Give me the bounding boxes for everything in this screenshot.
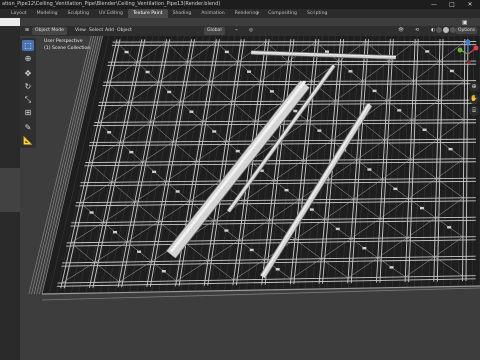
tab-uv-editing[interactable]: UV Editing (94, 9, 128, 18)
truss-joint (224, 229, 229, 232)
truss-joint (145, 70, 150, 74)
truss-joint (419, 206, 424, 210)
truss-joint (284, 188, 289, 192)
minimize-button[interactable]: — (426, 0, 442, 9)
truss-joint (293, 109, 298, 113)
mode-dropdown[interactable]: Object Mode (32, 27, 67, 35)
truss-joint (167, 90, 172, 94)
truss-joint (367, 168, 372, 171)
left-editor-strip (0, 18, 20, 360)
truss-joint (447, 226, 452, 229)
truss-joint (422, 128, 427, 131)
view-perspective-label: User Perspective (44, 39, 83, 44)
visibility-icon[interactable]: 👁 (395, 27, 407, 35)
camera-view-icon[interactable]: ⌸ (469, 106, 479, 116)
tab-layout[interactable]: Layout (6, 9, 32, 18)
transform-icon[interactable]: ⊞ (22, 107, 34, 118)
truss-joint (393, 187, 398, 191)
truss-joint (249, 248, 254, 252)
truss-joint (449, 69, 454, 73)
truss-joint (189, 110, 194, 113)
truss-joint (129, 150, 134, 154)
solid-shading-button[interactable] (443, 27, 449, 33)
wireframe-shading-button[interactable] (436, 27, 442, 33)
tool-shelf: ⬚ ⊕ ✥ ↻ ⤡ ⊞ ✎ 📐 (20, 38, 36, 148)
title-bar: ation_Pipe12\Ceiling_Ventilation_Pipe\Bl… (0, 0, 480, 9)
tab-animation[interactable]: Animation (196, 9, 229, 18)
menu-object[interactable]: Object (114, 27, 135, 35)
truss-joint (224, 50, 229, 54)
truss-joint (89, 211, 94, 214)
add-workspace-button[interactable]: + (254, 9, 262, 18)
3d-viewport[interactable] (20, 26, 480, 360)
editor-type-field[interactable] (0, 18, 20, 26)
truss-joint (448, 147, 453, 151)
truss-joint (137, 250, 142, 253)
truss-joint (107, 131, 112, 134)
move-icon[interactable]: ✥ (22, 68, 34, 79)
truss-joint (324, 50, 329, 53)
scene-collection-label: (1) Scene Collection (44, 46, 91, 51)
truss-joint (152, 170, 157, 174)
scale-icon[interactable]: ⤡ (22, 94, 34, 105)
tab-sculpting[interactable]: Sculpting (63, 9, 94, 18)
gizmo-toggle-icon[interactable]: ⟲ (412, 27, 422, 35)
truss-joint (269, 90, 274, 93)
truss-joint (124, 50, 129, 54)
truss-joint (389, 266, 394, 269)
editor-type-icon[interactable]: ⊞ (22, 27, 32, 35)
truss-joint (175, 190, 180, 193)
truss-joint (397, 109, 402, 112)
tab-scripting[interactable]: Scripting (302, 9, 332, 18)
navigation-gizmo[interactable] (456, 38, 480, 78)
truss-joint (113, 230, 118, 234)
proportional-edit-icon[interactable]: ◎ (246, 27, 256, 35)
cursor-icon[interactable]: ⊕ (22, 53, 34, 64)
truss-joint (212, 130, 217, 133)
truss-joint (275, 268, 280, 271)
ceiling-truss-model[interactable] (20, 26, 480, 360)
side-panel-handle[interactable] (0, 168, 20, 212)
truss-joint (348, 70, 353, 73)
truss-joint (247, 70, 252, 73)
truss-joint (317, 129, 322, 132)
tab-modeling[interactable]: Modeling (32, 9, 63, 18)
truss-joint (425, 50, 430, 53)
truss-joint (309, 208, 314, 211)
viewport-info: User Perspective (1) Scene Collection (44, 38, 90, 52)
tab-shading[interactable]: Shading (168, 9, 197, 18)
workspace-bar: Layout Modeling Sculpting UV Editing Texture… (0, 9, 480, 26)
annotate-icon[interactable]: ✎ (22, 122, 34, 133)
tab-compositing[interactable]: Compositing (263, 9, 302, 18)
orientation-dropdown[interactable]: Global (204, 27, 225, 35)
select-box-icon[interactable]: ⬚ (22, 40, 34, 51)
tab-texture-paint[interactable]: Texture Paint (127, 9, 168, 18)
pan-hand-icon[interactable]: ✋ (469, 94, 479, 104)
truss-joint (335, 227, 340, 231)
truss-joint (235, 149, 240, 153)
truss-beam (111, 44, 477, 46)
truss-joint (372, 89, 377, 93)
window-title: ation_Pipe12\Ceiling_Ventilation_Pipe\Bl… (2, 1, 221, 7)
truss-joint (362, 246, 367, 250)
options-dropdown[interactable]: Options (456, 27, 477, 34)
maximize-button[interactable]: □ (444, 0, 460, 9)
truss-joint (161, 270, 166, 273)
rotate-icon[interactable]: ↻ (22, 81, 34, 92)
zoom-icon[interactable]: ⊕ (469, 82, 479, 92)
close-button[interactable]: ✕ (462, 0, 478, 9)
measure-icon[interactable]: 📐 (22, 135, 34, 146)
snap-icon[interactable]: ⌁ (232, 27, 241, 35)
axis-gizmo[interactable] (456, 38, 480, 78)
workspace-tabs: Layout Modeling Sculpting UV Editing Texture… (6, 9, 332, 18)
viewport-header: ⊞ Object Mode View Select Add Object Glo… (20, 26, 480, 36)
